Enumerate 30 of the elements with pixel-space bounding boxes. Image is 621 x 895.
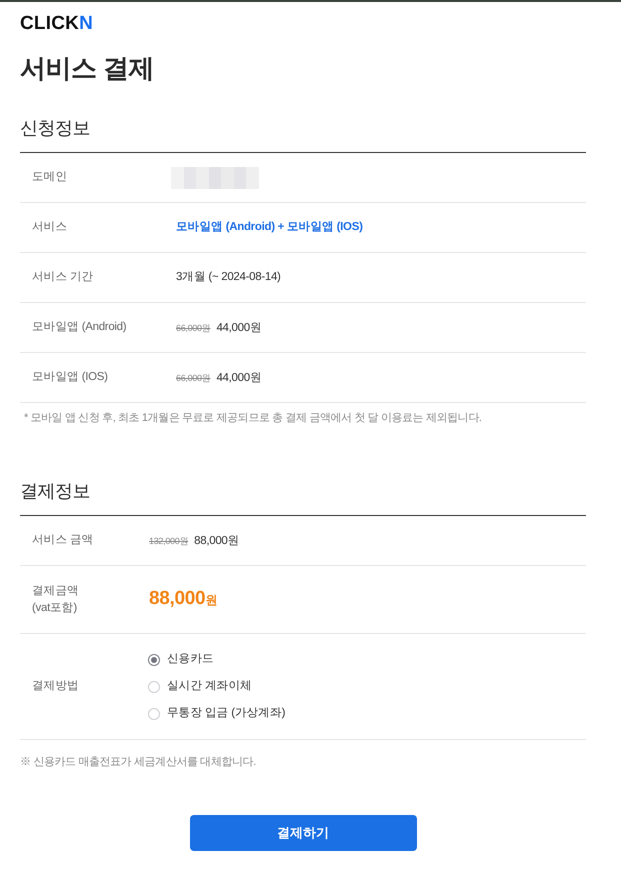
payment-option[interactable]: 실시간 계좌이체 xyxy=(148,678,252,695)
section-heading: 결제정보 xyxy=(20,480,90,503)
row-label: 모바일앱 (IOS) xyxy=(32,370,108,385)
radio-icon[interactable] xyxy=(148,654,160,666)
payment-option[interactable]: 무통장 입금 (가상계좌) xyxy=(148,705,286,722)
note-text: * 모바일 앱 신청 후, 최초 1개월은 무료로 제공되므로 총 결제 금액에서 첫 달 이용료는 제외됩니다. xyxy=(23,411,482,426)
row-label: 서비스 기간 xyxy=(32,270,94,285)
row-label: 결제방법 xyxy=(32,679,79,694)
sale-price: 44,000원 xyxy=(216,371,262,385)
note-text: ※ 신용카드 매출전표가 세금계산서를 대체합니다. xyxy=(20,755,256,770)
payment-option[interactable]: 신용카드 xyxy=(148,651,214,668)
row-label: 도메인 xyxy=(32,170,68,185)
original-price: 66,000원 xyxy=(176,372,210,385)
row-label: 모바일앱 (Android) xyxy=(32,320,126,335)
row-label: 결제금액 (vat포함) xyxy=(32,584,79,616)
page-title: 서비스 결제 xyxy=(20,52,154,85)
row-label: 서비스 xyxy=(32,220,68,235)
period-value: 3개월 (~ 2024-08-14) xyxy=(176,271,281,283)
pay-button[interactable]: 결제하기 xyxy=(190,815,416,851)
radio-icon[interactable] xyxy=(148,680,160,692)
logo: CLICKN xyxy=(20,14,93,34)
sale-price: 88,000원 xyxy=(194,534,240,548)
total-amount: 88,000원 xyxy=(149,588,218,609)
service-value: 모바일앱 (Android) + 모바일앱 (IOS) xyxy=(176,221,363,233)
section-heading: 신청정보 xyxy=(20,117,90,140)
radio-icon[interactable] xyxy=(148,708,160,720)
row-label: 서비스 금액 xyxy=(32,533,94,548)
sale-price: 44,000원 xyxy=(216,321,262,335)
original-price: 132,000원 xyxy=(149,535,188,548)
original-price: 66,000원 xyxy=(176,322,210,335)
